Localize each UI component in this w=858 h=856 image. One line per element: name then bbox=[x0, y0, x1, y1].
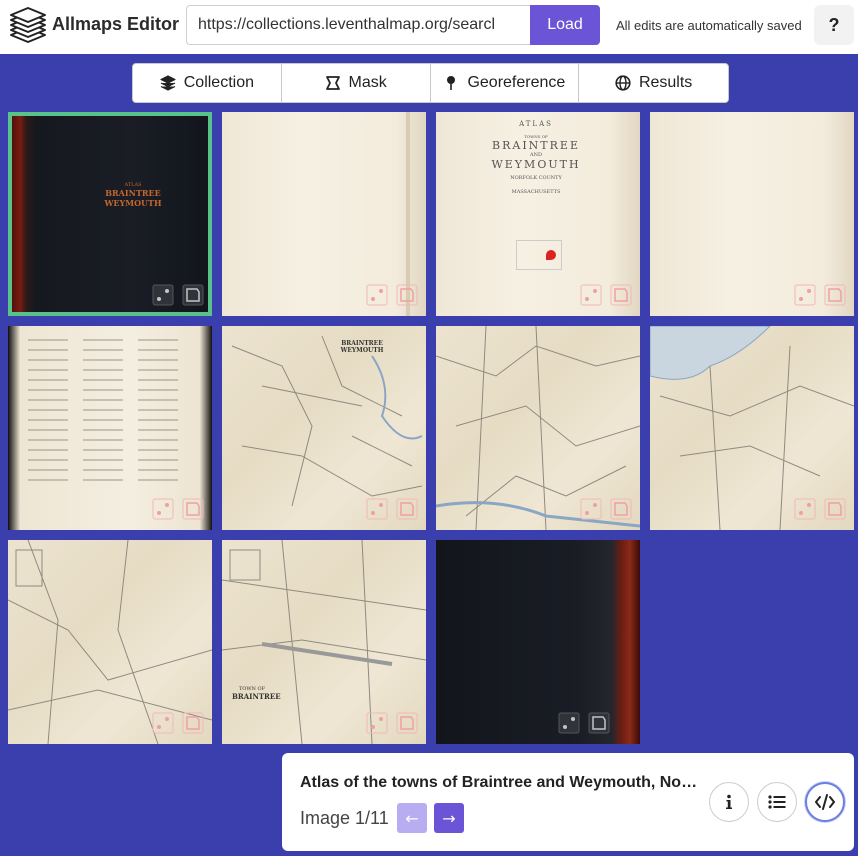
tab-mask[interactable]: Mask bbox=[282, 64, 431, 102]
app-title: Allmaps Editor bbox=[52, 14, 180, 34]
previous-image-button[interactable]: ← bbox=[397, 803, 427, 833]
code-icon bbox=[815, 794, 835, 810]
town-title: TOWN OF BRAINTREE bbox=[232, 686, 281, 701]
points-status-icon bbox=[558, 712, 580, 734]
header-bar: Allmaps Editor Load All edits are automa… bbox=[0, 0, 858, 54]
next-image-button[interactable]: → bbox=[434, 803, 464, 833]
thumbnail-image-1[interactable]: ATLAS BRAINTREE WEYMOUTH bbox=[8, 112, 212, 316]
layers-icon bbox=[160, 75, 176, 91]
thumbnail-image-7[interactable] bbox=[436, 326, 640, 530]
points-status-icon bbox=[580, 498, 602, 520]
help-button[interactable]: ? bbox=[814, 5, 854, 45]
status-icons bbox=[152, 284, 204, 306]
index-text-lines bbox=[28, 339, 178, 481]
list-view-button[interactable] bbox=[757, 782, 797, 822]
points-status-icon bbox=[152, 284, 174, 306]
points-status-icon bbox=[794, 498, 816, 520]
town-title-line: BRAINTREE bbox=[232, 692, 281, 701]
thumbnail-image-5[interactable] bbox=[8, 326, 212, 530]
points-status-icon bbox=[366, 712, 388, 734]
map-title: BRAINTREE WEYMOUTH bbox=[332, 340, 392, 354]
title-line: NORFOLK COUNTY bbox=[510, 175, 562, 181]
cover-title-line: BRAINTREE bbox=[105, 188, 161, 198]
mask-status-icon bbox=[182, 498, 204, 520]
step-tabs: Collection Mask Georeference Results bbox=[132, 63, 729, 103]
thumbnail-image-4[interactable] bbox=[650, 112, 854, 316]
status-icons bbox=[580, 284, 632, 306]
thumbnail-image-9[interactable] bbox=[8, 540, 212, 744]
url-input[interactable] bbox=[186, 5, 531, 45]
status-icons bbox=[794, 498, 846, 520]
title-line: WEYMOUTH bbox=[491, 158, 581, 171]
tab-results[interactable]: Results bbox=[579, 64, 728, 102]
tab-label: Results bbox=[638, 74, 693, 91]
points-status-icon bbox=[794, 284, 816, 306]
load-button[interactable]: Load bbox=[530, 5, 600, 45]
title-line: MASSACHUSETTS bbox=[511, 189, 561, 195]
pin-icon bbox=[447, 76, 456, 90]
globe-icon bbox=[615, 75, 631, 91]
thumbnail-image-3[interactable]: ATLAS TOWNS OF BRAINTREE AND WEYMOUTH NO… bbox=[436, 112, 640, 316]
map-title-line: WEYMOUTH bbox=[340, 347, 384, 354]
status-icons bbox=[366, 712, 418, 734]
points-status-icon bbox=[152, 712, 174, 734]
code-view-button[interactable] bbox=[805, 782, 845, 822]
mask-status-icon bbox=[182, 284, 204, 306]
image-info-panel: Atlas of the towns of Braintree and Weym… bbox=[282, 753, 854, 851]
mask-status-icon bbox=[396, 284, 418, 306]
mask-status-icon bbox=[396, 712, 418, 734]
thumbnail-image-6[interactable]: BRAINTREE WEYMOUTH bbox=[222, 326, 426, 530]
autosave-status: All edits are automatically saved bbox=[616, 18, 802, 33]
thumbnail-image-2[interactable] bbox=[222, 112, 426, 316]
status-icons bbox=[366, 284, 418, 306]
status-icons bbox=[558, 712, 610, 734]
info-button[interactable] bbox=[709, 782, 749, 822]
collection-title: Atlas of the towns of Braintree and Weym… bbox=[300, 774, 700, 791]
points-status-icon bbox=[366, 284, 388, 306]
cover-title: ATLAS BRAINTREE WEYMOUTH bbox=[78, 182, 188, 208]
mask-status-icon bbox=[610, 284, 632, 306]
thumbnail-image-11[interactable] bbox=[436, 540, 640, 744]
map-title-line: BRAINTREE bbox=[341, 340, 383, 347]
status-icons bbox=[794, 284, 846, 306]
mask-status-icon bbox=[824, 498, 846, 520]
mask-status-icon bbox=[610, 498, 632, 520]
status-icons bbox=[580, 498, 632, 520]
mask-status-icon bbox=[182, 712, 204, 734]
tab-label: Georeference bbox=[467, 74, 566, 91]
cover-title-line: WEYMOUTH bbox=[104, 198, 162, 208]
status-icons bbox=[366, 498, 418, 520]
red-mark bbox=[546, 250, 556, 260]
mask-status-icon bbox=[824, 284, 846, 306]
list-icon bbox=[768, 795, 786, 809]
status-icons bbox=[152, 498, 204, 520]
info-icon bbox=[726, 794, 732, 809]
points-status-icon bbox=[152, 498, 174, 520]
image-counter: Image 1/11 bbox=[300, 808, 389, 828]
thumbnail-image-10[interactable]: TOWN OF BRAINTREE bbox=[222, 540, 426, 744]
status-icons bbox=[152, 712, 204, 734]
tab-label: Mask bbox=[348, 74, 387, 91]
points-status-icon bbox=[580, 284, 602, 306]
mask-status-icon bbox=[396, 498, 418, 520]
mask-icon bbox=[325, 76, 340, 90]
tab-collection[interactable]: Collection bbox=[133, 64, 282, 102]
title-page-text: ATLAS TOWNS OF BRAINTREE AND WEYMOUTH NO… bbox=[466, 120, 606, 195]
title-line: BRAINTREE bbox=[492, 139, 580, 152]
allmaps-logo-icon bbox=[10, 7, 46, 43]
tab-label: Collection bbox=[183, 74, 254, 91]
thumbnail-image-8[interactable] bbox=[650, 326, 854, 530]
points-status-icon bbox=[366, 498, 388, 520]
tab-georeference[interactable]: Georeference bbox=[431, 64, 580, 102]
mask-status-icon bbox=[588, 712, 610, 734]
title-line: ATLAS bbox=[519, 120, 553, 128]
